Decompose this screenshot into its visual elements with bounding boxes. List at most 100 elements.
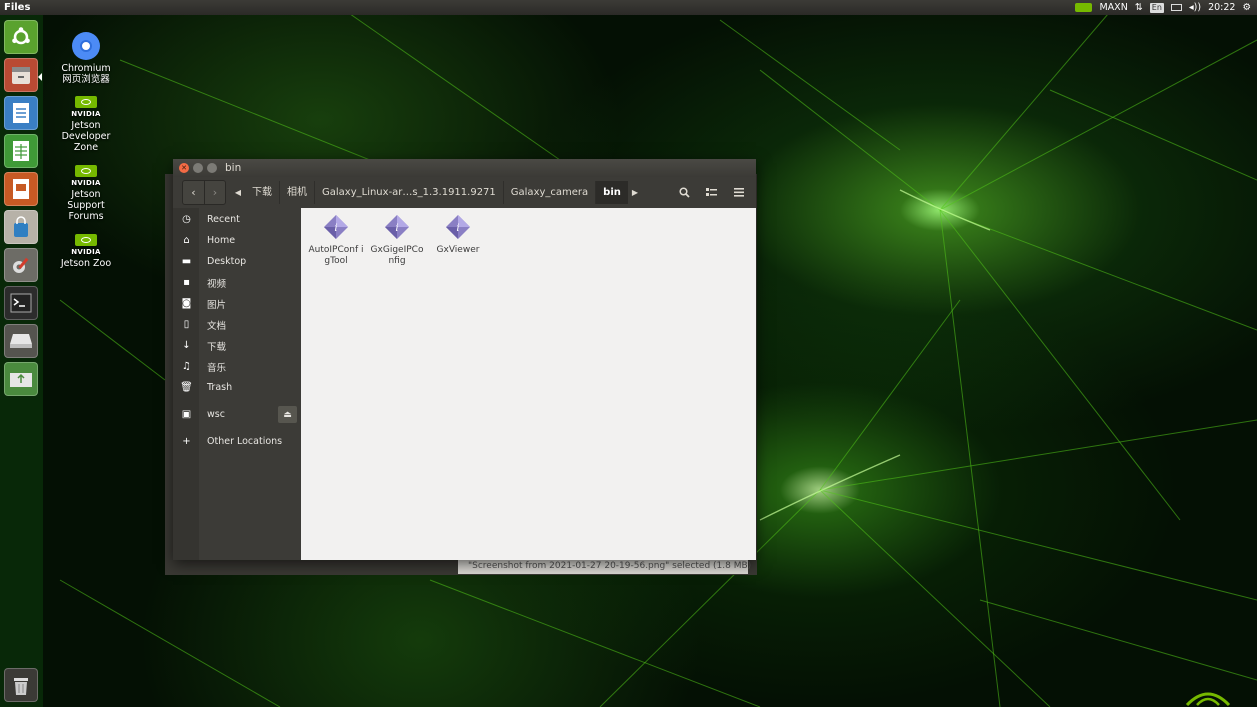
sidebar-item-trash[interactable]: 🗑 Trash bbox=[173, 377, 301, 398]
file-name: AutoIPConf igTool bbox=[308, 245, 364, 266]
sidebar-item-label: 音乐 bbox=[207, 362, 227, 374]
sidebar-item-wsc[interactable]: ▣ wsc ⏏ bbox=[173, 404, 301, 425]
folder-icon: ▬ bbox=[181, 256, 192, 267]
music-icon: ♫ bbox=[182, 361, 191, 372]
nvidia-watermark-icon bbox=[1185, 692, 1231, 707]
back-button[interactable]: ‹ bbox=[183, 181, 204, 204]
desktop-icon-jetson-zoo[interactable]: NVIDIA Jetson Zoo bbox=[56, 234, 116, 269]
file-view[interactable]: i AutoIPConf igTool i GxGigeIPCo nfig i … bbox=[302, 208, 756, 560]
desktop-icon-jetson-developer-zone[interactable]: NVIDIA Jetson Developer Zone bbox=[56, 96, 116, 153]
desktop-icon-label: Zone bbox=[73, 142, 99, 153]
gear-icon[interactable]: ⚙ bbox=[1242, 2, 1251, 13]
sidebar-item-music[interactable]: ♫ 音乐 bbox=[173, 356, 301, 377]
view-toggle-button[interactable] bbox=[700, 181, 723, 204]
desktop-icon-label: Chromium bbox=[61, 63, 111, 74]
sidebar-item-desktop[interactable]: ▬ Desktop bbox=[173, 251, 301, 272]
network-transfer-icon[interactable]: ⇅ bbox=[1135, 2, 1143, 13]
trash-icon: 🗑 bbox=[180, 382, 193, 393]
eject-icon[interactable]: ⏏ bbox=[278, 406, 297, 423]
file-cabinet-icon[interactable] bbox=[4, 58, 38, 92]
document-icon: ▯ bbox=[183, 319, 190, 330]
close-button[interactable]: ✕ bbox=[179, 163, 189, 173]
breadcrumb-item-downloads[interactable]: 下载 bbox=[245, 181, 280, 204]
nvidia-power-icon[interactable] bbox=[1075, 3, 1093, 12]
file-item-autoipconfigtool[interactable]: i AutoIPConf igTool bbox=[308, 214, 364, 267]
sidebar-item-home[interactable]: ⌂ Home bbox=[173, 230, 301, 251]
desktop-icon-jetson-support-forums[interactable]: NVIDIA Jetson Support Forums bbox=[56, 165, 116, 222]
toolbar-actions bbox=[673, 181, 750, 204]
top-panel: Files MAXN ⇅ En ◂)) 20:22 ⚙ bbox=[0, 0, 1257, 15]
breadcrumb-left-arrow-icon[interactable]: ◀ bbox=[231, 188, 245, 197]
disk-drive-icon[interactable] bbox=[4, 324, 38, 358]
volume-icon[interactable]: ◂)) bbox=[1189, 2, 1201, 13]
sidebar-item-label: wsc bbox=[207, 409, 225, 420]
nvidia-logo-icon bbox=[75, 234, 97, 246]
nvidia-logo-icon bbox=[75, 96, 97, 108]
breadcrumb-item-galaxy-linux[interactable]: Galaxy_Linux-ar…s_1.3.1911.9271 bbox=[315, 181, 504, 204]
file-item-gxgigeipconfig[interactable]: i GxGigeIPCo nfig bbox=[369, 214, 425, 267]
sidebar-item-label: Recent bbox=[207, 214, 240, 225]
sidebar-item-label: 视频 bbox=[207, 278, 227, 290]
video-icon: ▪ bbox=[183, 277, 190, 288]
svg-text:i: i bbox=[334, 223, 337, 234]
desktop-icon-label: Jetson bbox=[71, 189, 101, 200]
settings-wrench-icon[interactable] bbox=[4, 248, 38, 282]
sidebar-item-pictures[interactable]: ◙ 图片 bbox=[173, 293, 301, 314]
sidebar-item-label: 下载 bbox=[207, 341, 227, 353]
file-manager-window: ✕ bin ‹ › ◀ 下载 相机 Galaxy_Linux-ar…s_1.3.… bbox=[173, 159, 756, 560]
breadcrumb-item-camera[interactable]: 相机 bbox=[280, 181, 315, 204]
sidebar-item-label: Trash bbox=[207, 382, 233, 393]
menu-button[interactable] bbox=[727, 181, 750, 204]
desktop-icon-label: Jetson bbox=[71, 120, 101, 131]
shopping-bag-icon[interactable] bbox=[4, 210, 38, 244]
file-name: GxViewer bbox=[436, 245, 480, 255]
window-title: bin bbox=[225, 162, 242, 174]
breadcrumb-right-arrow-icon[interactable]: ▶ bbox=[628, 188, 642, 197]
sidebar-item-documents[interactable]: ▯ 文档 bbox=[173, 314, 301, 335]
home-icon: ⌂ bbox=[183, 235, 190, 246]
trash-icon[interactable] bbox=[4, 668, 38, 702]
usb-drive-icon[interactable] bbox=[4, 362, 38, 396]
sidebar-item-label: 图片 bbox=[207, 299, 227, 311]
desktop-icon-label: 网页浏览器 bbox=[62, 74, 110, 85]
minimize-button[interactable] bbox=[193, 163, 203, 173]
title-bar[interactable]: ✕ bin bbox=[173, 159, 756, 177]
power-mode-label[interactable]: MAXN bbox=[1099, 2, 1127, 13]
brand-label: NVIDIA bbox=[71, 179, 101, 187]
keyboard-layout-indicator[interactable]: En bbox=[1149, 2, 1164, 13]
mail-icon[interactable] bbox=[1170, 4, 1182, 11]
terminal-icon[interactable] bbox=[4, 286, 38, 320]
desktop-icon-chromium[interactable]: Chromium 网页浏览器 bbox=[56, 32, 116, 85]
indicator-area: MAXN ⇅ En ◂)) 20:22 ⚙ bbox=[1075, 0, 1251, 15]
forward-button[interactable]: › bbox=[204, 181, 225, 204]
file-item-gxviewer[interactable]: i GxViewer bbox=[430, 214, 486, 256]
sidebar-item-downloads[interactable]: ↓ 下载 bbox=[173, 335, 301, 356]
search-button[interactable] bbox=[673, 181, 696, 204]
breadcrumb-item-bin[interactable]: bin bbox=[596, 181, 628, 204]
writer-document-icon[interactable] bbox=[4, 96, 38, 130]
camera-icon: ◙ bbox=[181, 298, 192, 309]
ubuntu-logo-icon[interactable] bbox=[4, 20, 38, 54]
list-view-icon bbox=[706, 188, 717, 196]
maximize-button[interactable] bbox=[207, 163, 217, 173]
places-sidebar: ◷ Recent ⌂ Home ▬ Desktop ▪ 视频 ◙ 图片 ▯ 文档… bbox=[173, 208, 301, 560]
svg-text:i: i bbox=[456, 223, 459, 234]
clock[interactable]: 20:22 bbox=[1208, 2, 1235, 13]
chromium-icon bbox=[72, 32, 100, 60]
breadcrumb-item-galaxy-camera[interactable]: Galaxy_camera bbox=[504, 181, 597, 204]
desktop-icon-label: Jetson Zoo bbox=[60, 258, 112, 269]
executable-diamond-icon: i bbox=[324, 215, 348, 239]
svg-text:i: i bbox=[395, 223, 398, 234]
sidebar-item-label: Desktop bbox=[207, 256, 247, 267]
toolbar: ‹ › ◀ 下载 相机 Galaxy_Linux-ar…s_1.3.1911.9… bbox=[173, 177, 756, 208]
spreadsheet-icon[interactable] bbox=[4, 134, 38, 168]
launcher bbox=[0, 15, 43, 707]
brand-label: NVIDIA bbox=[71, 110, 101, 118]
sidebar-item-videos[interactable]: ▪ 视频 bbox=[173, 272, 301, 293]
sidebar-item-recent[interactable]: ◷ Recent bbox=[173, 209, 301, 230]
presentation-icon[interactable] bbox=[4, 172, 38, 206]
nvidia-logo-icon bbox=[75, 165, 97, 177]
file-name: GxGigeIPCo nfig bbox=[370, 245, 424, 266]
sidebar-item-other-locations[interactable]: + Other Locations bbox=[173, 431, 301, 452]
app-menu-title[interactable]: Files bbox=[4, 2, 30, 13]
